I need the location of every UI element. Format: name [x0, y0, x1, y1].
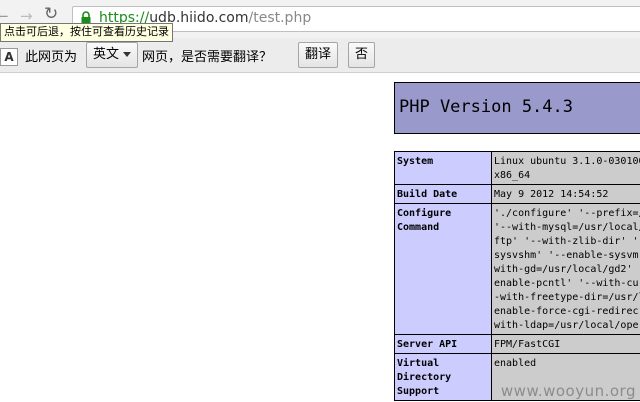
translate-icon: A — [0, 48, 18, 66]
translate-suffix-text: 网页，是否需要翻译？ — [142, 50, 273, 65]
value-line: Linux ubuntu 3.1.0-030100 — [494, 156, 640, 167]
chevron-down-icon — [123, 52, 132, 57]
table-row: System Linux ubuntu 3.1.0-030100 x86_64 — [394, 151, 640, 185]
row-key: Server API — [394, 334, 492, 354]
value-line: enabled — [494, 358, 537, 369]
watermark: www.wooyun.org — [500, 382, 636, 400]
language-label: 英文 — [93, 47, 120, 62]
value-line: ftp' '--with-zlib-dir' '- — [494, 236, 640, 247]
value-line: with-ldap=/usr/local/ope — [494, 320, 639, 331]
forward-arrow-icon[interactable]: → — [20, 9, 33, 24]
url-path: /test.php — [248, 10, 312, 26]
value-line: x86_64 — [494, 170, 531, 181]
translate-infobar: A 此网页为 英文 网页，是否需要翻译？ 翻译 否 — [0, 38, 640, 73]
translate-button[interactable]: 翻译 — [298, 42, 339, 68]
table-row: Build Date May 9 2012 14:54:52 — [394, 184, 640, 204]
value-line: enable-pcntl' '--with-cu — [494, 278, 639, 289]
translate-prefix-text: 此网页为 — [25, 50, 78, 65]
value-line: enable-force-cgi-redirec — [494, 306, 639, 317]
no-translate-button[interactable]: 否 — [348, 42, 376, 68]
table-row: Configure Command './configure' '--prefix… — [394, 203, 640, 335]
table-row: Server API FPM/FastCGI — [394, 334, 640, 354]
row-value: Linux ubuntu 3.1.0-030100 x86_64 — [491, 151, 640, 185]
value-line: '--with-mysql=/usr/local/ — [494, 222, 640, 233]
value-line: with-gd=/usr/local/gd2' ' — [494, 264, 640, 275]
value-line: FPM/FastCGI — [494, 339, 561, 350]
reload-icon[interactable]: ↻ — [44, 6, 58, 23]
php-version-header: PHP Version 5.4.3 — [394, 82, 640, 134]
row-value: './configure' '--prefix=/ '--with-mysql=/… — [491, 203, 640, 335]
row-key: Build Date — [394, 184, 492, 204]
source-language-select[interactable]: 英文 — [86, 42, 139, 68]
back-button-tooltip: 点击可后退，按住可查看历史记录 — [0, 23, 173, 42]
row-key: Configure Command — [394, 203, 492, 335]
value-line: './configure' '--prefix=/ — [494, 208, 640, 219]
phpinfo-table: System Linux ubuntu 3.1.0-030100 x86_64 Bui… — [394, 151, 640, 401]
value-line: -with-freetype-dir=/usr/l — [494, 292, 640, 303]
row-value: May 9 2012 14:54:52 — [491, 184, 640, 204]
row-value: FPM/FastCGI — [491, 334, 640, 354]
row-key: Virtual Directory Support — [394, 353, 492, 401]
row-key: System — [394, 151, 492, 185]
back-arrow-icon[interactable]: ← — [0, 9, 9, 24]
value-line: May 9 2012 14:54:52 — [494, 189, 609, 200]
page-title: PHP Version 5.4.3 — [399, 97, 573, 117]
value-line: sysvshm' '--enable-sysvm — [494, 250, 639, 261]
